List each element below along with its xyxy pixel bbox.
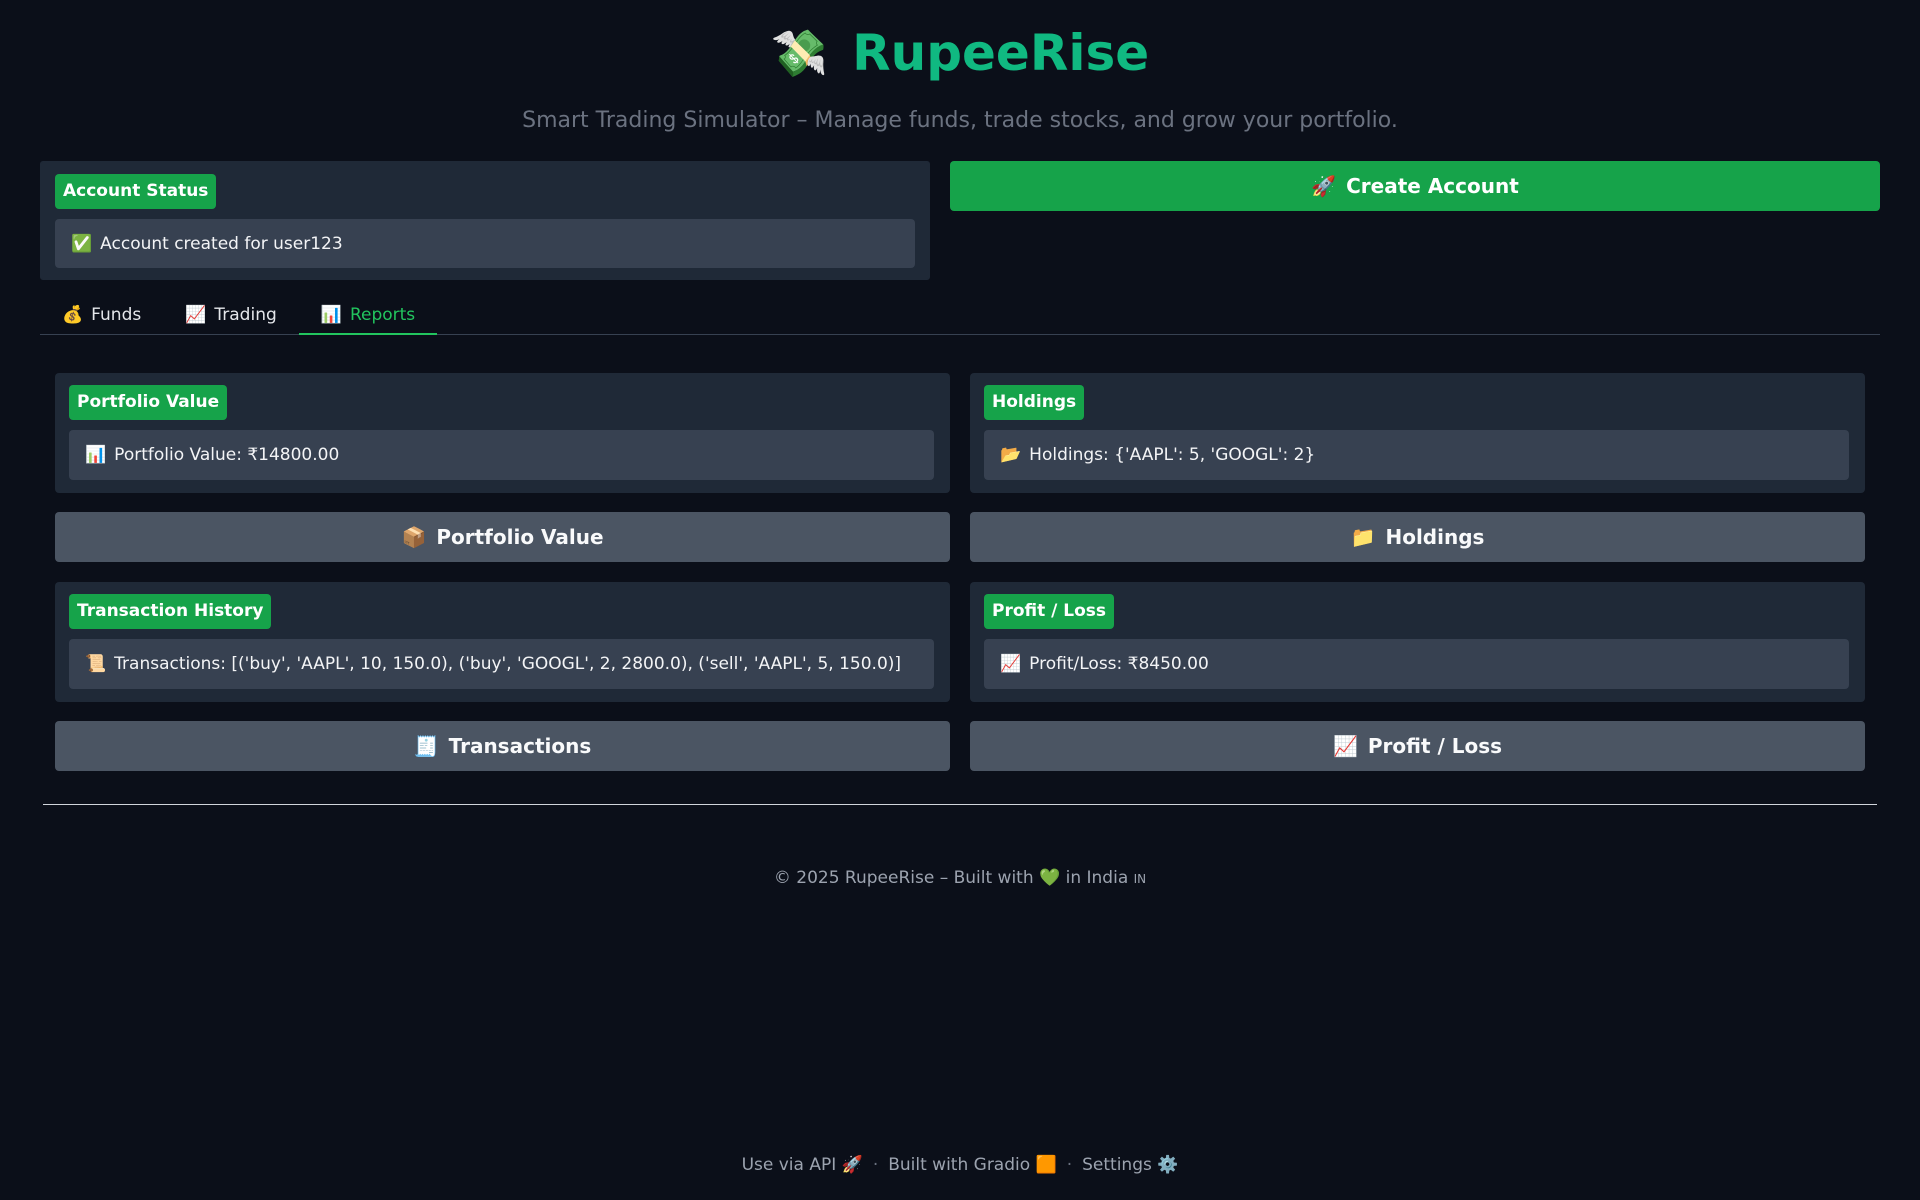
holdings-card: Holdings 📂 Holdings: {'AAPL': 5, 'GOOGL'… xyxy=(970,373,1865,493)
create-account-button[interactable]: 🚀 Create Account xyxy=(950,161,1880,211)
account-status-output: ✅ Account created for user123 xyxy=(55,219,915,268)
rocket-icon: 🚀 xyxy=(1311,174,1337,198)
settings-label: Settings xyxy=(1082,1155,1152,1175)
transactions-button[interactable]: 🧾 Transactions xyxy=(55,721,950,771)
chart-up-icon: 📈 xyxy=(185,305,207,325)
heart-icon: 💚 xyxy=(1039,868,1061,888)
rocket-icon: 🚀 xyxy=(841,1155,863,1175)
use-via-api-label: Use via API xyxy=(741,1155,837,1175)
app-header: 💸 RupeeRise Smart Trading Simulator – Ma… xyxy=(0,0,1920,138)
chart-up-icon: 📈 xyxy=(1000,654,1022,674)
use-via-api-link[interactable]: Use via API 🚀 xyxy=(742,1155,863,1175)
check-icon: ✅ xyxy=(71,233,93,254)
open-folder-icon: 📂 xyxy=(1000,445,1022,465)
bar-chart-icon: 📊 xyxy=(85,445,107,465)
tab-reports-label: Reports xyxy=(349,304,416,325)
footer-separator: · xyxy=(1066,1155,1073,1175)
tab-funds-label: Funds xyxy=(91,305,142,325)
tab-trading-label: Trading xyxy=(214,305,277,325)
copyright-suffix: in India xyxy=(1065,868,1129,888)
chart-up-icon: 📈 xyxy=(1332,734,1358,758)
money-wings-icon: 💸 xyxy=(770,26,829,80)
holdings-output: 📂 Holdings: {'AAPL': 5, 'GOOGL': 2} xyxy=(984,430,1849,480)
holdings-button[interactable]: 📁 Holdings xyxy=(970,512,1865,562)
create-account-label: Create Account xyxy=(1346,174,1519,198)
profit-loss-card: Profit / Loss 📈 Profit/Loss: ₹8450.00 xyxy=(970,582,1865,702)
account-row: Account Status ✅ Account created for use… xyxy=(40,161,1880,280)
built-with-gradio-label: Built with Gradio xyxy=(888,1155,1031,1175)
tab-trading[interactable]: 📈 Trading xyxy=(163,296,299,334)
portfolio-value-output: 📊 Portfolio Value: ₹14800.00 xyxy=(69,430,934,480)
holdings-text: Holdings: {'AAPL': 5, 'GOOGL': 2} xyxy=(1029,445,1316,465)
transaction-history-text: Transactions: [('buy', 'AAPL', 10, 150.0… xyxy=(114,654,902,674)
portfolio-value-card: Portfolio Value 📊 Portfolio Value: ₹1480… xyxy=(55,373,950,493)
holdings-label: Holdings xyxy=(984,385,1085,420)
account-status-text: Account created for user123 xyxy=(100,233,343,254)
copyright: © 2025 RupeeRise – Built with 💚 in India… xyxy=(0,868,1920,888)
brand: 💸 RupeeRise xyxy=(771,24,1149,82)
holdings-button-label: Holdings xyxy=(1385,525,1485,549)
app-subtitle: Smart Trading Simulator – Manage funds, … xyxy=(522,108,1398,133)
gradio-footer: Use via API 🚀 · Built with Gradio 🟧 · Se… xyxy=(0,1155,1920,1175)
tab-reports[interactable]: 📊 Reports xyxy=(298,296,438,335)
copyright-prefix: © 2025 RupeeRise – Built with xyxy=(773,868,1034,888)
transaction-history-label: Transaction History xyxy=(69,594,272,629)
profit-loss-button-label: Profit / Loss xyxy=(1367,734,1503,758)
account-status-label: Account Status xyxy=(55,174,217,209)
gear-icon: ⚙️ xyxy=(1157,1155,1179,1175)
folder-icon: 📁 xyxy=(1350,525,1376,549)
package-icon: 📦 xyxy=(401,525,427,549)
profit-loss-button[interactable]: 📈 Profit / Loss xyxy=(970,721,1865,771)
built-with-gradio-link[interactable]: Built with Gradio 🟧 xyxy=(888,1155,1057,1175)
settings-link[interactable]: Settings ⚙️ xyxy=(1082,1155,1178,1175)
portfolio-value-text: Portfolio Value: ₹14800.00 xyxy=(114,445,340,465)
bar-chart-icon: 📊 xyxy=(320,304,342,325)
footer-divider xyxy=(43,804,1877,805)
transaction-history-output: 📜 Transactions: [('buy', 'AAPL', 10, 150… xyxy=(69,639,934,689)
gradio-logo-icon: 🟧 xyxy=(1035,1155,1057,1175)
india-flag-icon: IN xyxy=(1133,872,1147,886)
transaction-history-card: Transaction History 📜 Transactions: [('b… xyxy=(55,582,950,702)
tab-bar: 💰 Funds 📈 Trading 📊 Reports xyxy=(40,296,1880,335)
footer-separator: · xyxy=(872,1155,879,1175)
tab-funds[interactable]: 💰 Funds xyxy=(40,296,163,334)
scroll-icon: 📜 xyxy=(85,654,107,674)
portfolio-value-label: Portfolio Value xyxy=(69,385,228,420)
portfolio-value-button-label: Portfolio Value xyxy=(436,525,604,549)
transactions-button-label: Transactions xyxy=(448,734,592,758)
receipt-icon: 🧾 xyxy=(413,734,439,758)
money-bag-icon: 💰 xyxy=(62,305,84,325)
profit-loss-output: 📈 Profit/Loss: ₹8450.00 xyxy=(984,639,1849,689)
portfolio-value-button[interactable]: 📦 Portfolio Value xyxy=(55,512,950,562)
app-title: RupeeRise xyxy=(852,24,1150,82)
profit-loss-label: Profit / Loss xyxy=(984,594,1115,629)
account-status-card: Account Status ✅ Account created for use… xyxy=(40,161,930,280)
profit-loss-text: Profit/Loss: ₹8450.00 xyxy=(1029,654,1209,674)
